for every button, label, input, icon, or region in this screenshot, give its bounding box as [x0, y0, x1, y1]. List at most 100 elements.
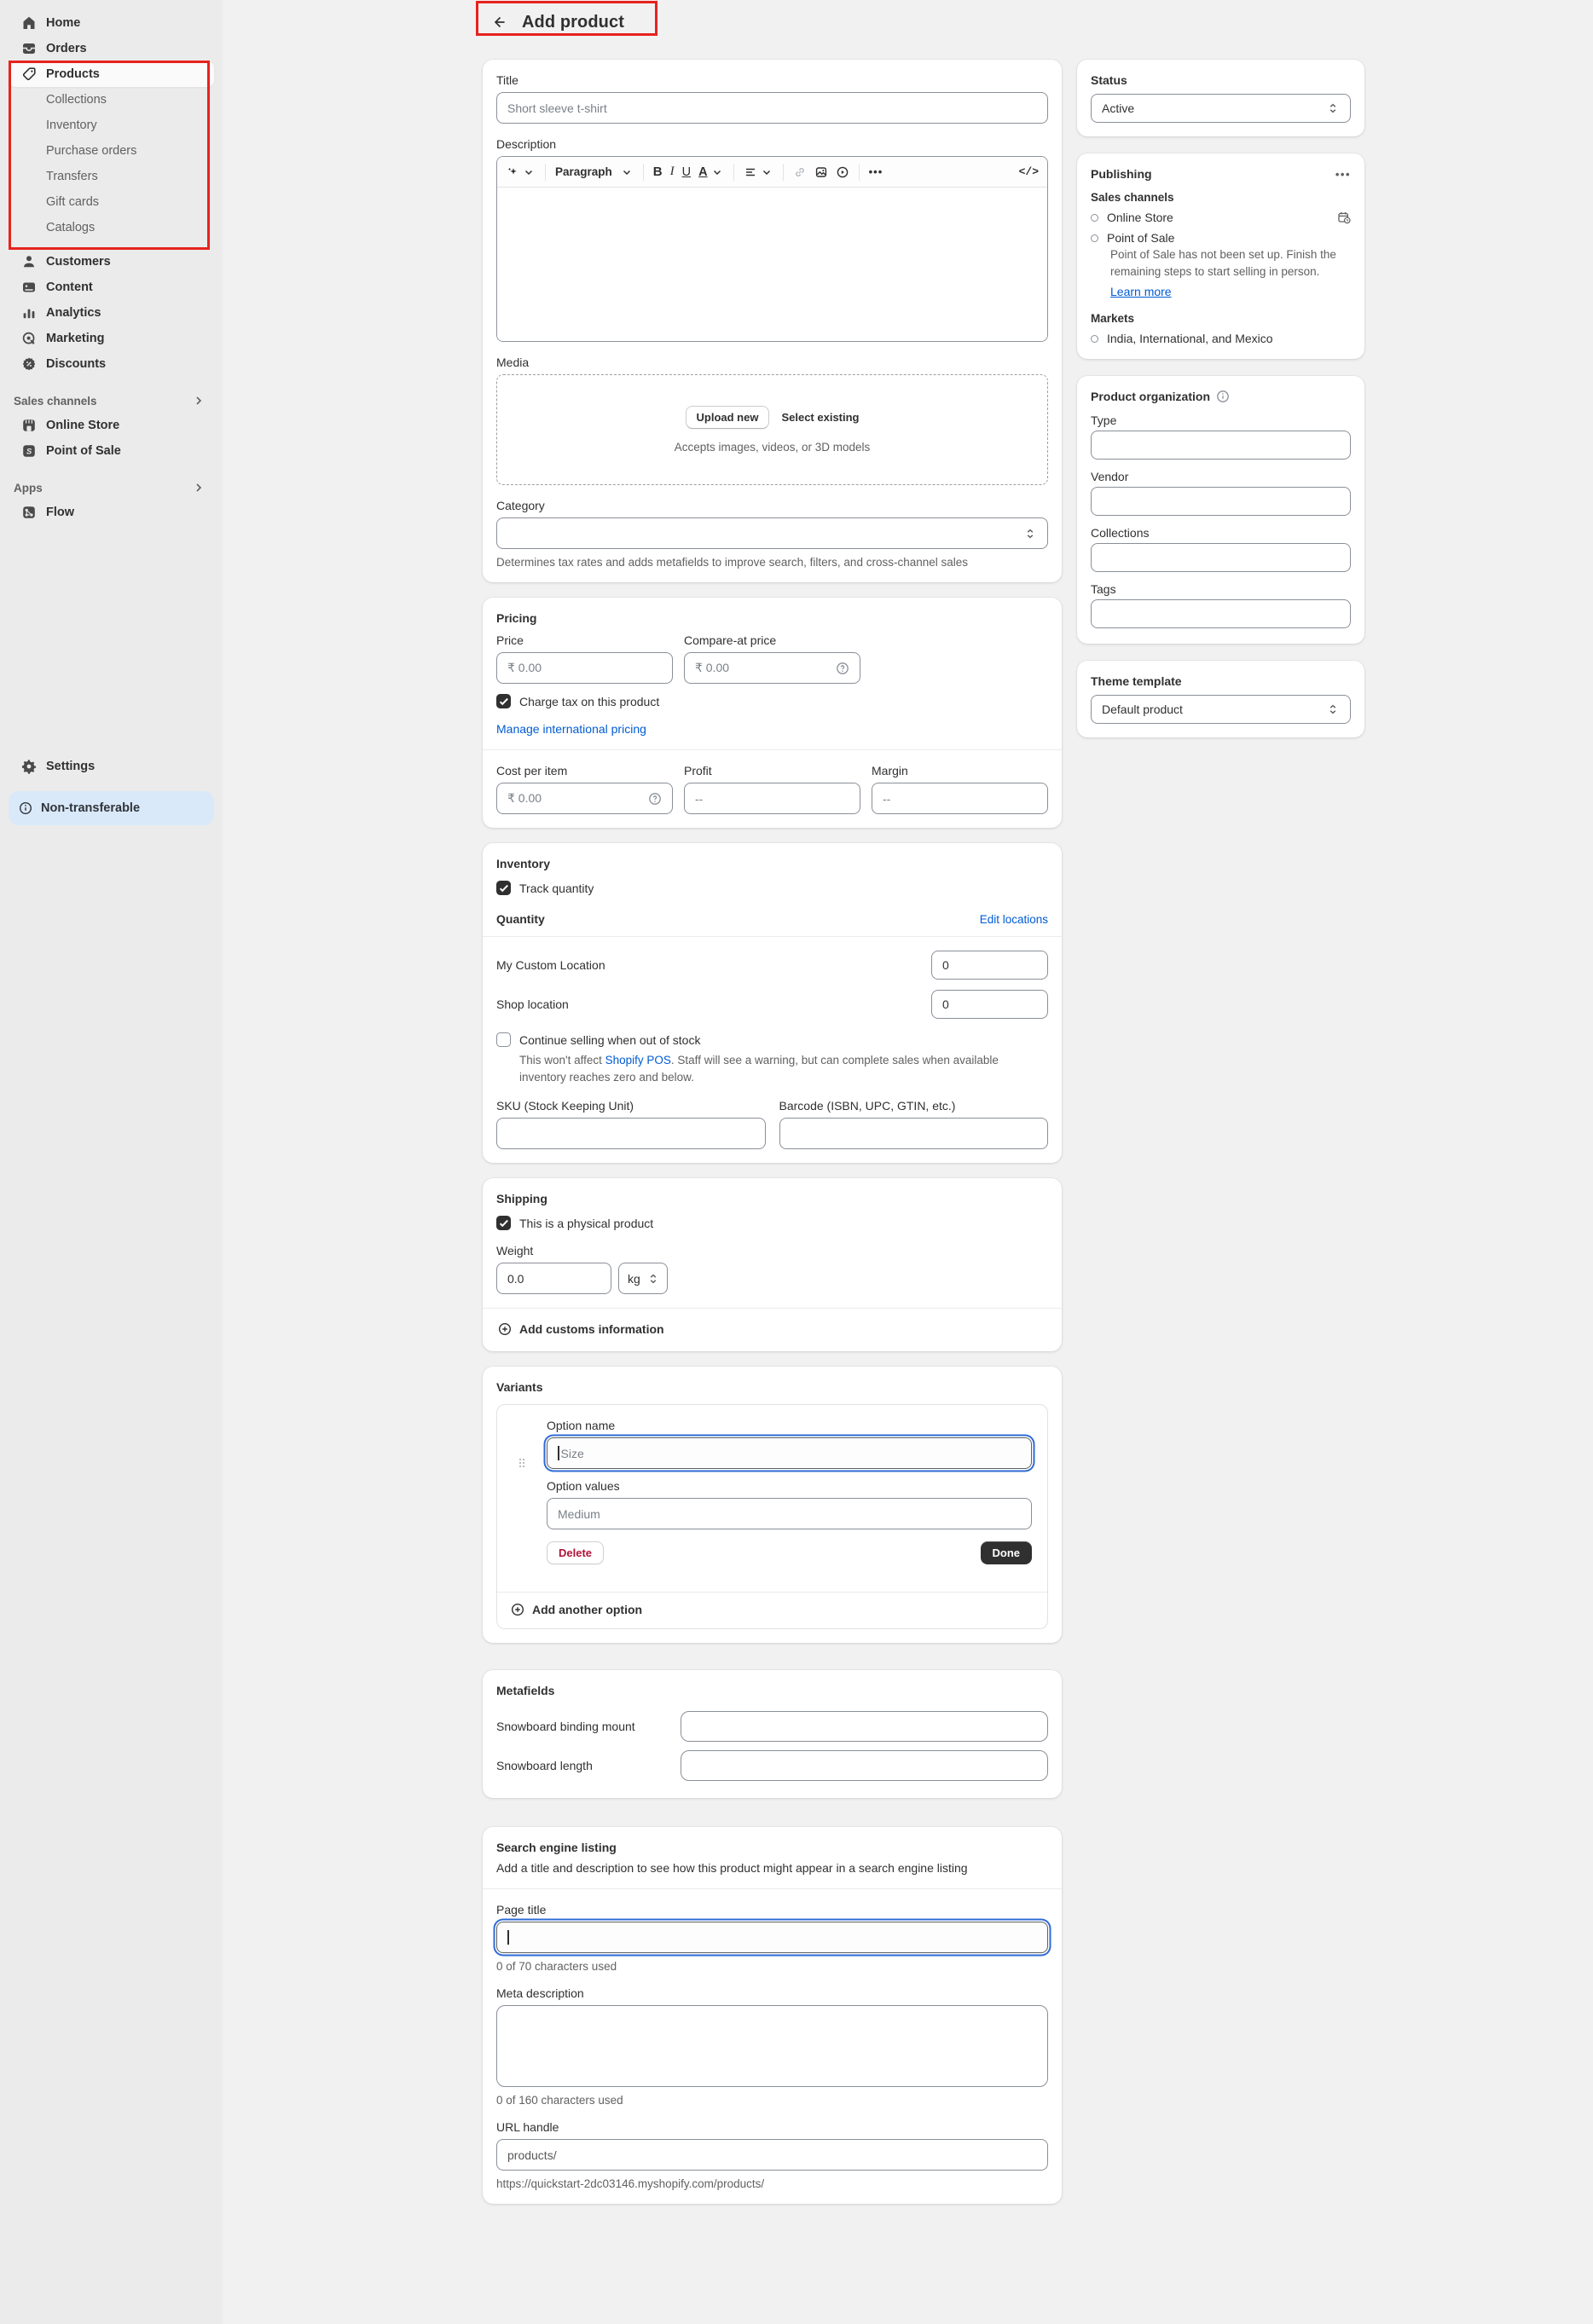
code-view-button[interactable]: </>: [1019, 165, 1039, 178]
sidebar-item-customers[interactable]: Customers: [9, 249, 214, 275]
ai-magic-icon[interactable]: [506, 165, 536, 179]
meta-description-textarea[interactable]: [496, 2005, 1048, 2087]
sidebar-item-online-store[interactable]: Online Store: [9, 413, 214, 438]
metafield-row: Snowboard binding mount: [496, 1711, 1048, 1742]
continue-selling-checkbox[interactable]: [496, 1032, 511, 1047]
collections-input[interactable]: [1091, 543, 1351, 572]
sidebar-item-settings[interactable]: Settings: [9, 754, 214, 779]
media-dropzone[interactable]: Upload new Select existing Accepts image…: [496, 374, 1048, 485]
page-title-input[interactable]: [496, 1922, 1048, 1953]
page: Home Orders Products Collections Invento…: [0, 0, 1593, 2204]
add-another-option-button[interactable]: Add another option: [497, 1593, 1047, 1628]
continue-selling-label: Continue selling when out of stock: [519, 1033, 700, 1047]
sidebar-item-analytics[interactable]: Analytics: [9, 300, 214, 326]
location-row: My Custom Location 0: [496, 951, 1048, 980]
sidebar-item-content[interactable]: Content: [9, 275, 214, 300]
underline-button[interactable]: U: [682, 165, 691, 179]
sales-channels-header[interactable]: Sales channels: [9, 389, 214, 413]
learn-more-link[interactable]: Learn more: [1110, 285, 1172, 298]
sidebar-item-collections[interactable]: Collections: [9, 87, 214, 113]
edit-locations-link[interactable]: Edit locations: [980, 913, 1048, 926]
markets-row: India, International, and Mexico: [1091, 332, 1351, 345]
sku-input[interactable]: [496, 1118, 766, 1149]
margin-input[interactable]: --: [872, 783, 1048, 814]
publishing-more-button[interactable]: •••: [1335, 168, 1351, 181]
category-select[interactable]: [496, 517, 1048, 549]
title-input[interactable]: Short sleeve t-shirt: [496, 92, 1048, 124]
back-button[interactable]: [488, 10, 512, 34]
paragraph-style-dropdown[interactable]: Paragraph: [555, 165, 634, 179]
weight-label: Weight: [496, 1244, 1048, 1257]
status-select[interactable]: Active: [1091, 94, 1351, 123]
compare-at-price-input[interactable]: ₹ 0.00: [684, 652, 860, 684]
price-input[interactable]: ₹ 0.00: [496, 652, 673, 684]
sidebar-item-inventory[interactable]: Inventory: [9, 113, 214, 138]
metafield-row: Snowboard length: [496, 1750, 1048, 1781]
track-quantity-checkbox[interactable]: [496, 881, 511, 895]
insert-image-icon[interactable]: [814, 165, 828, 179]
manage-international-pricing-link[interactable]: Manage international pricing: [496, 722, 646, 736]
sidebar-item-transfers[interactable]: Transfers: [9, 164, 214, 189]
variant-option-box: Option name Size Option values Medium De…: [496, 1404, 1048, 1629]
seo-description: Add a title and description to see how t…: [496, 1861, 1048, 1875]
bold-button[interactable]: B: [653, 165, 663, 179]
sidebar-item-marketing[interactable]: Marketing: [9, 326, 214, 351]
physical-product-checkbox[interactable]: [496, 1216, 511, 1230]
sidebar-item-catalogs[interactable]: Catalogs: [9, 215, 214, 240]
type-input[interactable]: [1091, 431, 1351, 460]
sidebar-item-orders[interactable]: Orders: [9, 36, 214, 61]
sidebar-item-products[interactable]: Products: [9, 61, 214, 87]
sidebar-item-point-of-sale[interactable]: S Point of Sale: [9, 438, 214, 464]
quantity-input-shop-location[interactable]: 0: [931, 990, 1048, 1019]
option-name-label: Option name: [547, 1419, 1032, 1432]
shopify-pos-link[interactable]: Shopify POS: [605, 1054, 671, 1067]
text-color-button[interactable]: A: [698, 165, 723, 179]
media-hint: Accepts images, videos, or 3D models: [675, 441, 871, 454]
tags-input[interactable]: [1091, 599, 1351, 628]
metafield-input-binding-mount[interactable]: [681, 1711, 1048, 1742]
metafields-heading: Metafields: [496, 1684, 1048, 1697]
description-textarea[interactable]: [497, 188, 1047, 341]
alignment-dropdown[interactable]: [744, 165, 773, 179]
page-title-label: Page title: [496, 1903, 1048, 1916]
quantity-input-custom-location[interactable]: 0: [931, 951, 1048, 980]
drag-handle[interactable]: [497, 1419, 547, 1564]
weight-input[interactable]: 0.0: [496, 1263, 611, 1294]
markets-subheading: Markets: [1091, 312, 1351, 325]
option-value-input[interactable]: Medium: [547, 1498, 1032, 1529]
theme-template-select[interactable]: Default product: [1091, 695, 1351, 724]
more-formatting-button[interactable]: •••: [869, 165, 883, 178]
bar-chart-icon: [20, 304, 38, 321]
select-existing-button[interactable]: Select existing: [781, 411, 859, 424]
updown-chevron-icon: [1326, 101, 1340, 115]
link-icon[interactable]: [793, 165, 807, 179]
sidebar-item-purchase-orders[interactable]: Purchase orders: [9, 138, 214, 164]
sidebar-item-flow[interactable]: Flow: [9, 500, 214, 525]
add-customs-button[interactable]: Add customs information: [496, 1322, 1048, 1338]
insert-video-icon[interactable]: [836, 165, 849, 179]
charge-tax-checkbox[interactable]: [496, 694, 511, 708]
upload-new-button[interactable]: Upload new: [686, 406, 770, 429]
delete-option-button[interactable]: Delete: [547, 1541, 604, 1564]
metafield-input-length[interactable]: [681, 1750, 1048, 1781]
sidebar-item-gift-cards[interactable]: Gift cards: [9, 189, 214, 215]
non-transferable-banner[interactable]: Non-transferable: [9, 791, 214, 825]
calendar-clock-icon[interactable]: [1337, 211, 1351, 224]
vendor-label: Vendor: [1091, 470, 1351, 483]
cost-per-item-input[interactable]: ₹ 0.00: [496, 783, 673, 814]
profit-input[interactable]: --: [684, 783, 860, 814]
image-stack-icon: [20, 279, 38, 296]
italic-button[interactable]: I: [670, 165, 675, 179]
vendor-input[interactable]: [1091, 487, 1351, 516]
done-button[interactable]: Done: [981, 1541, 1033, 1564]
sidebar-item-home[interactable]: Home: [9, 10, 214, 36]
weight-unit-select[interactable]: kg: [618, 1263, 668, 1294]
url-handle-input[interactable]: products/: [496, 2139, 1048, 2171]
page-title: Add product: [522, 13, 624, 32]
svg-text:S: S: [26, 448, 32, 457]
barcode-input[interactable]: [779, 1118, 1049, 1149]
seo-heading: Search engine listing: [496, 1841, 1048, 1854]
option-name-input[interactable]: Size: [547, 1437, 1032, 1469]
apps-header[interactable]: Apps: [9, 476, 214, 500]
sidebar-item-discounts[interactable]: Discounts: [9, 351, 214, 377]
